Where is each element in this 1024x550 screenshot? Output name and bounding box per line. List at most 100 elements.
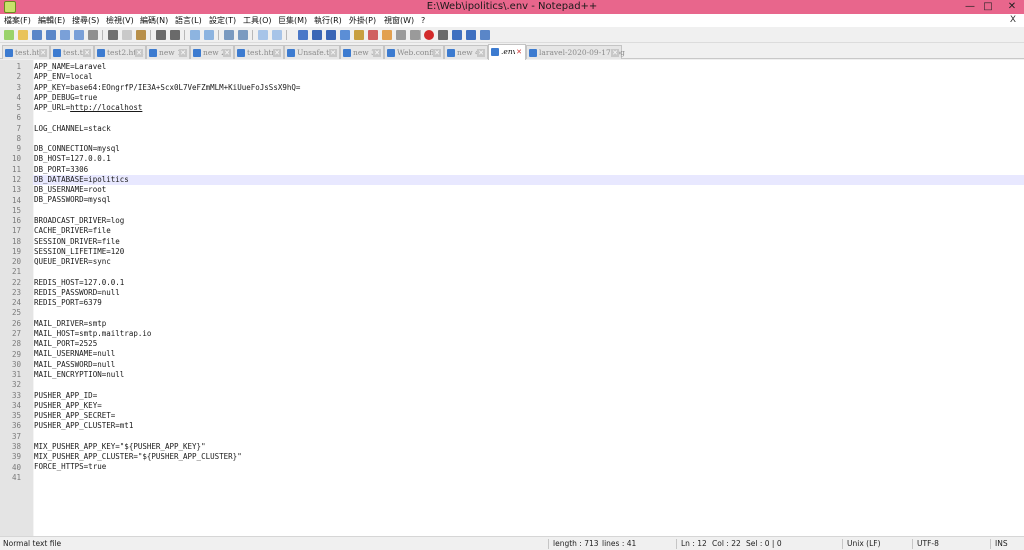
- maximize-button[interactable]: □: [978, 0, 998, 14]
- code-line[interactable]: APP_URL=http://localhost: [33, 103, 1024, 113]
- tab-close-icon[interactable]: ✕: [611, 49, 619, 57]
- tab-close-icon[interactable]: ✕: [329, 49, 337, 57]
- code-line[interactable]: MAIL_PASSWORD=null: [33, 360, 1024, 370]
- code-line[interactable]: [33, 308, 1024, 318]
- code-line[interactable]: [33, 134, 1024, 144]
- status-eol[interactable]: Unix (LF): [847, 537, 881, 550]
- menu-window[interactable]: 視窗(W): [384, 14, 414, 27]
- tab-close-icon[interactable]: ✕: [373, 49, 381, 57]
- paste-icon[interactable]: [136, 30, 146, 40]
- paragraph-icon[interactable]: [312, 30, 322, 40]
- menu-macro[interactable]: 巨集(M): [278, 14, 307, 27]
- run-macro-multiple-icon[interactable]: [466, 30, 476, 40]
- tab-close-icon[interactable]: ✕: [515, 48, 523, 56]
- menu-settings[interactable]: 設定(T): [209, 14, 236, 27]
- tab-web-config[interactable]: Web.config ✕: [384, 45, 444, 59]
- tab-test-htm-2[interactable]: test.htm ✕: [234, 45, 284, 59]
- code-line[interactable]: SESSION_DRIVER=file: [33, 237, 1024, 247]
- code-line[interactable]: DB_USERNAME=root: [33, 185, 1024, 195]
- code-line[interactable]: DB_PASSWORD=mysql: [33, 195, 1024, 205]
- code-line[interactable]: MIX_PUSHER_APP_KEY="${PUSHER_APP_KEY}": [33, 442, 1024, 452]
- zoom-in-icon[interactable]: [224, 30, 234, 40]
- menu-file[interactable]: 檔案(F): [4, 14, 31, 27]
- tab-env[interactable]: .env ✕: [488, 44, 526, 60]
- code-line[interactable]: QUEUE_DRIVER=sync: [33, 257, 1024, 267]
- word-wrap-icon[interactable]: [272, 30, 282, 40]
- tab-close-icon[interactable]: ✕: [477, 49, 485, 57]
- code-line[interactable]: PUSHER_APP_SECRET=: [33, 411, 1024, 421]
- code-line[interactable]: [33, 206, 1024, 216]
- tab-new-4[interactable]: new 4 ✕: [444, 45, 488, 59]
- open-file-icon[interactable]: [18, 30, 28, 40]
- menu-search[interactable]: 搜尋(S): [72, 14, 99, 27]
- code-line[interactable]: FORCE_HTTPS=true: [33, 462, 1024, 472]
- tab-new-1[interactable]: new 1 ✕: [146, 45, 190, 59]
- code-line[interactable]: DB_HOST=127.0.0.1: [33, 154, 1024, 164]
- tab-test2-htm[interactable]: test2.htm ✕: [94, 45, 146, 59]
- tab-close-icon[interactable]: ✕: [179, 49, 187, 57]
- code-line[interactable]: MAIL_DRIVER=smtp: [33, 319, 1024, 329]
- doc-map-icon[interactable]: [354, 30, 364, 40]
- code-line[interactable]: DB_DATABASE=ipolitics: [33, 174, 1024, 186]
- tab-unsafe-txt[interactable]: Unsafe.txt ✕: [284, 45, 340, 59]
- code-line[interactable]: [33, 432, 1024, 442]
- cut-icon[interactable]: [108, 30, 118, 40]
- tab-laravel-log[interactable]: laravel-2020-09-17.log ✕: [526, 45, 625, 59]
- code-line[interactable]: BROADCAST_DRIVER=log: [33, 216, 1024, 226]
- code-line[interactable]: REDIS_PASSWORD=null: [33, 288, 1024, 298]
- save-macro-icon[interactable]: [480, 30, 490, 40]
- stop-macro-icon[interactable]: [438, 30, 448, 40]
- code-line[interactable]: CACHE_DRIVER=file: [33, 226, 1024, 236]
- close-icon[interactable]: [60, 30, 70, 40]
- code-line[interactable]: [33, 113, 1024, 123]
- code-line[interactable]: APP_NAME=Laravel: [33, 62, 1024, 72]
- url-link[interactable]: http://localhost: [70, 103, 142, 112]
- code-text[interactable]: APP_NAME=Laravel APP_ENV=local APP_KEY=bas…: [33, 62, 1024, 483]
- record-macro-icon[interactable]: [424, 30, 434, 40]
- menu-language[interactable]: 語言(L): [175, 14, 202, 27]
- code-line[interactable]: DB_PORT=3306: [33, 165, 1024, 175]
- editor-area[interactable]: 1 2 3 4 5 6 7 8 9 10 11 12 13 14 15 16 17 18 19 20 21 22 23 24 2…: [0, 60, 1024, 536]
- menu-edit[interactable]: 編輯(E): [38, 14, 65, 27]
- folder-workspace-icon[interactable]: [382, 30, 392, 40]
- tab-close-icon[interactable]: ✕: [83, 49, 91, 57]
- code-line[interactable]: LOG_CHANNEL=stack: [33, 124, 1024, 134]
- code-line[interactable]: PUSHER_APP_ID=: [33, 391, 1024, 401]
- tab-close-icon[interactable]: ✕: [135, 49, 143, 57]
- tab-new-2[interactable]: new 2 ✕: [190, 45, 234, 59]
- close-window-button[interactable]: ✕: [1002, 0, 1022, 14]
- code-line[interactable]: MAIL_PORT=2525: [33, 339, 1024, 349]
- menu-encoding[interactable]: 編碼(N): [140, 14, 168, 27]
- play-macro-icon[interactable]: [452, 30, 462, 40]
- code-line[interactable]: PUSHER_APP_KEY=: [33, 401, 1024, 411]
- show-all-chars-icon[interactable]: [298, 30, 308, 40]
- code-line[interactable]: MIX_PUSHER_APP_CLUSTER="${PUSHER_APP_CLU…: [33, 452, 1024, 462]
- eye-icon[interactable]: [410, 30, 420, 40]
- undo-icon[interactable]: [156, 30, 166, 40]
- code-line[interactable]: DB_CONNECTION=mysql: [33, 144, 1024, 154]
- replace-icon[interactable]: [204, 30, 214, 40]
- udl-icon[interactable]: [340, 30, 350, 40]
- new-file-icon[interactable]: [4, 30, 14, 40]
- tab-close-icon[interactable]: ✕: [433, 49, 441, 57]
- code-line[interactable]: APP_KEY=base64:EOngrfP/IE3A+Scx0L7VeFZmM…: [33, 83, 1024, 93]
- redo-icon[interactable]: [170, 30, 180, 40]
- print-icon[interactable]: [88, 30, 98, 40]
- code-line[interactable]: MAIL_USERNAME=null: [33, 349, 1024, 359]
- indent-guide-icon[interactable]: [326, 30, 336, 40]
- status-encoding[interactable]: UTF-8: [917, 537, 939, 550]
- save-icon[interactable]: [32, 30, 42, 40]
- status-insert-mode[interactable]: INS: [995, 537, 1008, 550]
- tab-close-icon[interactable]: ✕: [39, 49, 47, 57]
- code-line[interactable]: APP_DEBUG=true: [33, 93, 1024, 103]
- close-document-button[interactable]: X: [1010, 14, 1016, 27]
- minimize-button[interactable]: —: [960, 0, 980, 14]
- code-line[interactable]: PUSHER_APP_CLUSTER=mt1: [33, 421, 1024, 431]
- code-line[interactable]: MAIL_HOST=smtp.mailtrap.io: [33, 329, 1024, 339]
- tab-new-3[interactable]: new 3 ✕: [340, 45, 384, 59]
- menu-plugins[interactable]: 外掛(P): [349, 14, 376, 27]
- find-icon[interactable]: [190, 30, 200, 40]
- code-line[interactable]: [33, 473, 1024, 483]
- tab-test-txt[interactable]: test.txt ✕: [50, 45, 94, 59]
- code-line[interactable]: MAIL_ENCRYPTION=null: [33, 370, 1024, 380]
